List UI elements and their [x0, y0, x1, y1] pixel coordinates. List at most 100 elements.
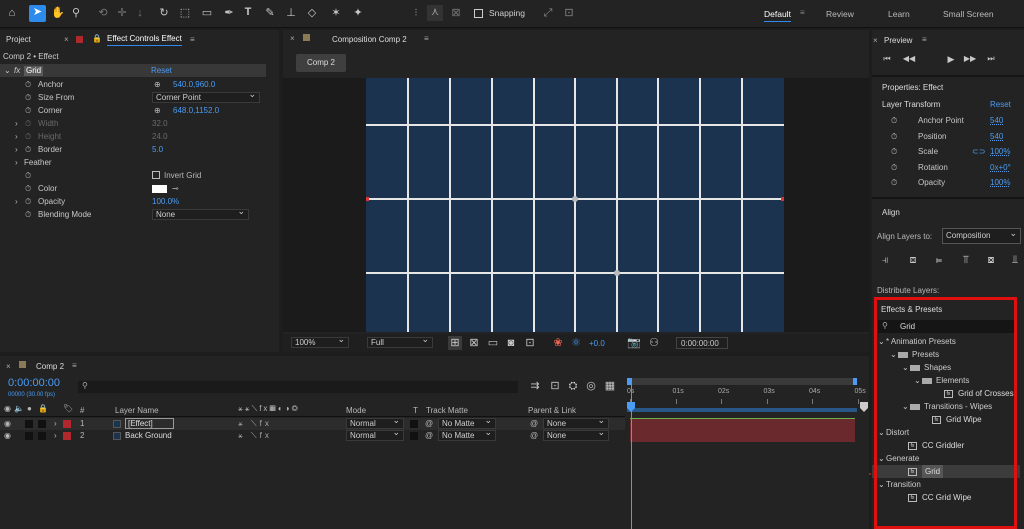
stopwatch-icon[interactable]: ⏱ — [891, 130, 897, 143]
3d-view-icon[interactable]: ◙ — [504, 336, 518, 350]
layer-name[interactable]: [Effect] — [125, 418, 174, 429]
current-time-field[interactable]: 0:00:00:00 — [676, 337, 728, 349]
align-bottom-icon[interactable]: ⫫ — [1008, 253, 1022, 267]
solo-box[interactable] — [25, 420, 33, 428]
effect-property-row[interactable]: › Feather — [0, 156, 266, 169]
workspace-small-screen[interactable]: Small Screen — [943, 9, 994, 19]
local-axis-icon[interactable]: ⋏ — [427, 5, 443, 21]
pan-behind-icon[interactable]: ⬚ — [178, 6, 192, 20]
property-value[interactable]: 5.0 — [152, 143, 163, 156]
chevron-right-icon[interactable]: › — [54, 418, 57, 430]
transform-property-row[interactable]: ⏱ Anchor Point 540 — [872, 114, 1024, 127]
align-top-icon[interactable]: ⫪ — [959, 253, 973, 267]
corner-handle[interactable] — [614, 270, 620, 276]
exposure-icon[interactable]: ⚛ — [569, 336, 583, 350]
property-value[interactable]: 540 — [990, 114, 1003, 127]
stopwatch-icon[interactable]: ⏱ — [25, 91, 31, 104]
exposure-value[interactable]: +0.0 — [589, 339, 605, 348]
effect-property-row[interactable]: ⏱ Blending Mode None — [0, 207, 266, 221]
pan-camera-icon[interactable]: ✛ — [115, 6, 129, 20]
dolly-camera-icon[interactable]: ↓ — [133, 6, 147, 20]
preserve-transparency-box[interactable] — [410, 420, 418, 428]
layer-name-column[interactable]: Layer Name — [115, 406, 159, 415]
zoom-tool-icon[interactable]: ⚲ — [69, 6, 83, 20]
stopwatch-icon[interactable]: ⏱ — [25, 117, 31, 130]
chevron-right-icon[interactable]: › — [15, 117, 18, 130]
stopwatch-icon[interactable]: ⏱ — [25, 195, 31, 208]
chevron-right-icon[interactable]: › — [15, 143, 18, 156]
eye-icon[interactable]: ◉ — [4, 418, 11, 430]
property-value[interactable]: 32.0 — [152, 117, 168, 130]
transform-property-row[interactable]: ⏱ Position 540 — [872, 130, 1024, 143]
align-left-icon[interactable]: ⫣ — [878, 253, 892, 267]
rectangle-tool-icon[interactable]: ▭ — [200, 6, 214, 20]
puppet-pin-icon[interactable]: ✦ — [351, 6, 365, 20]
align-right-icon[interactable]: ⫢ — [932, 253, 946, 267]
label-color-swatch[interactable] — [63, 420, 71, 428]
parent-pickwhip-icon[interactable]: @ — [530, 418, 538, 430]
panel-menu-icon[interactable]: ≡ — [190, 35, 195, 44]
lock-icon[interactable]: 🔒 — [92, 34, 102, 43]
layer-duration-bar[interactable] — [630, 418, 855, 430]
property-value[interactable]: 100% — [990, 176, 1010, 189]
stopwatch-icon[interactable]: ⏱ — [25, 78, 31, 91]
stopwatch-icon[interactable]: ⏱ — [25, 182, 31, 195]
chevron-right-icon[interactable]: › — [15, 156, 18, 169]
graph-editor-icon[interactable]: ▦ — [603, 379, 617, 393]
home-icon[interactable]: ⌂ — [5, 6, 19, 20]
chevron-right-icon[interactable]: › — [54, 430, 57, 442]
effect-name[interactable]: Grid — [24, 66, 44, 76]
timeline-search-input[interactable]: ⚲ — [78, 381, 518, 393]
track-matte-dropdown[interactable]: No Matte — [438, 428, 496, 441]
solo-box[interactable] — [25, 432, 33, 440]
property-value[interactable]: 540 — [990, 130, 1003, 143]
stopwatch-icon[interactable]: ⏱ — [891, 161, 897, 174]
invert-grid-checkbox[interactable] — [152, 171, 160, 179]
effect-property-row[interactable]: ⏱ Invert Grid — [0, 169, 266, 182]
property-value[interactable]: 540.0,960.0 — [173, 78, 215, 91]
timeline-timecode[interactable]: 0:00:00:00 — [8, 377, 60, 389]
align-hcenter-icon[interactable]: ⧈ — [906, 253, 920, 267]
panel-menu-icon[interactable]: ≡ — [72, 361, 77, 370]
work-area-end-handle[interactable] — [853, 378, 857, 385]
motion-blur-icon[interactable]: ◎ — [584, 379, 598, 393]
effect-header-row[interactable]: ⌄ fx Grid Reset — [0, 64, 266, 77]
effect-property-row[interactable]: ⏱ Corner ⊕ 648.0,1152.0 — [0, 104, 266, 117]
lock-box[interactable] — [38, 420, 46, 428]
anchor-handle[interactable] — [572, 196, 578, 202]
effect-property-row[interactable]: › ⏱ Opacity 100.0% — [0, 195, 266, 208]
align-to-dropdown[interactable]: Composition — [942, 226, 1021, 244]
eraser-tool-icon[interactable]: ◇ — [305, 6, 319, 20]
stopwatch-icon[interactable]: ⏱ — [891, 145, 897, 158]
region-of-interest-icon[interactable]: ⊞ — [448, 336, 462, 350]
effect-reset-link[interactable]: Reset — [151, 64, 172, 77]
time-ruler[interactable]: 0s01s02s03s04s05s — [627, 378, 866, 418]
workspace-menu-icon[interactable]: ≡ — [800, 8, 805, 17]
pen-tool-icon[interactable]: ✒ — [222, 6, 236, 20]
effect-property-row[interactable]: ⏱ Color ⊸ — [0, 182, 266, 195]
close-icon[interactable]: × — [6, 362, 11, 371]
resolution-dropdown[interactable]: Full — [367, 335, 433, 348]
snap-feather-icon[interactable]: ⊡ — [562, 6, 576, 20]
eyedropper-icon[interactable]: ⊸ — [172, 182, 179, 195]
prev-frame-icon[interactable]: ◀◀ — [902, 52, 916, 66]
transparency-grid-icon[interactable]: ⊠ — [467, 336, 481, 350]
property-value[interactable]: 24.0 — [152, 130, 168, 143]
first-frame-icon[interactable]: ⏮ — [880, 52, 894, 66]
effect-property-row[interactable]: › ⏱ Height 24.0 — [0, 130, 266, 143]
show-snapshot-icon[interactable]: ⚇ — [647, 336, 661, 350]
comp-2-button[interactable]: Comp 2 — [296, 54, 346, 72]
grid-canvas[interactable] — [366, 78, 784, 332]
color-swatch[interactable] — [152, 185, 167, 193]
matte-pickwhip-icon[interactable]: @ — [425, 418, 433, 430]
comp-mini-flowchart-icon[interactable]: ⇉ — [528, 379, 542, 393]
next-frame-icon[interactable]: ▶▶ — [963, 52, 977, 66]
effect-property-row[interactable]: ⏱ Anchor ⊕ 540.0,960.0 — [0, 78, 266, 91]
stopwatch-icon[interactable]: ⏱ — [25, 143, 31, 156]
eye-icon[interactable]: ◉ — [4, 430, 11, 442]
target-point-icon[interactable]: ⊕ — [154, 78, 161, 91]
workspace-learn[interactable]: Learn — [888, 9, 910, 19]
roto-brush-icon[interactable]: ✶ — [329, 6, 343, 20]
tab-effect-controls[interactable]: Effect Controls Effect — [107, 32, 182, 46]
snapping-checkbox[interactable] — [474, 9, 483, 18]
